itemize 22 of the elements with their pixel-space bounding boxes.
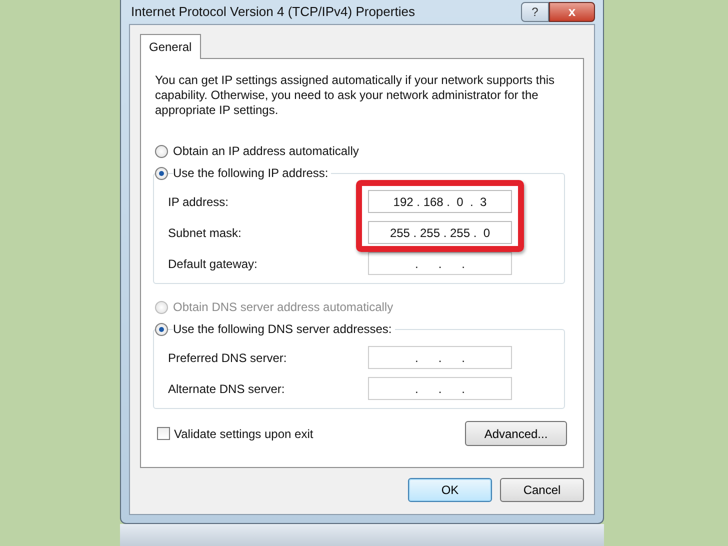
checkbox-label[interactable]: Validate settings upon exit <box>174 424 314 442</box>
field-label: Alternate DNS server: <box>168 380 286 398</box>
dialog-button[interactable]: Cancel <box>500 478 584 502</box>
ip-address-field[interactable]: 255 . 255 . 255 . 0 <box>368 221 512 244</box>
intro-text: You can get IP settings assigned automatically if your network supports this capability. Otherwise, you need to ask your network administrator for the appropriate IP settings. <box>155 73 555 118</box>
ip-address-field[interactable]: . . . <box>368 377 512 400</box>
radio-button[interactable] <box>155 166 168 180</box>
field-label: IP address: <box>168 194 230 210</box>
ip-address-field[interactable]: . . . <box>368 346 512 369</box>
radio-button[interactable] <box>155 144 168 158</box>
radio-button[interactable] <box>155 322 168 336</box>
ip-address-field[interactable]: . . . <box>368 252 512 275</box>
ip-address-field[interactable]: 192 . 168 . 0 . 3 <box>368 190 512 213</box>
field-label: Default gateway: <box>168 256 258 272</box>
advanced-button[interactable]: Advanced... <box>465 421 567 446</box>
dialog-button[interactable]: OK <box>408 478 492 502</box>
window-title: Internet Protocol Version 4 (TCP/IPv4) Properties <box>130 3 415 22</box>
help-button[interactable]: ? <box>521 2 549 22</box>
validate-checkbox[interactable] <box>157 427 170 440</box>
field-label: Preferred DNS server: <box>168 350 288 366</box>
tab[interactable]: General <box>140 34 201 59</box>
field-label: Subnet mask: <box>168 224 242 242</box>
